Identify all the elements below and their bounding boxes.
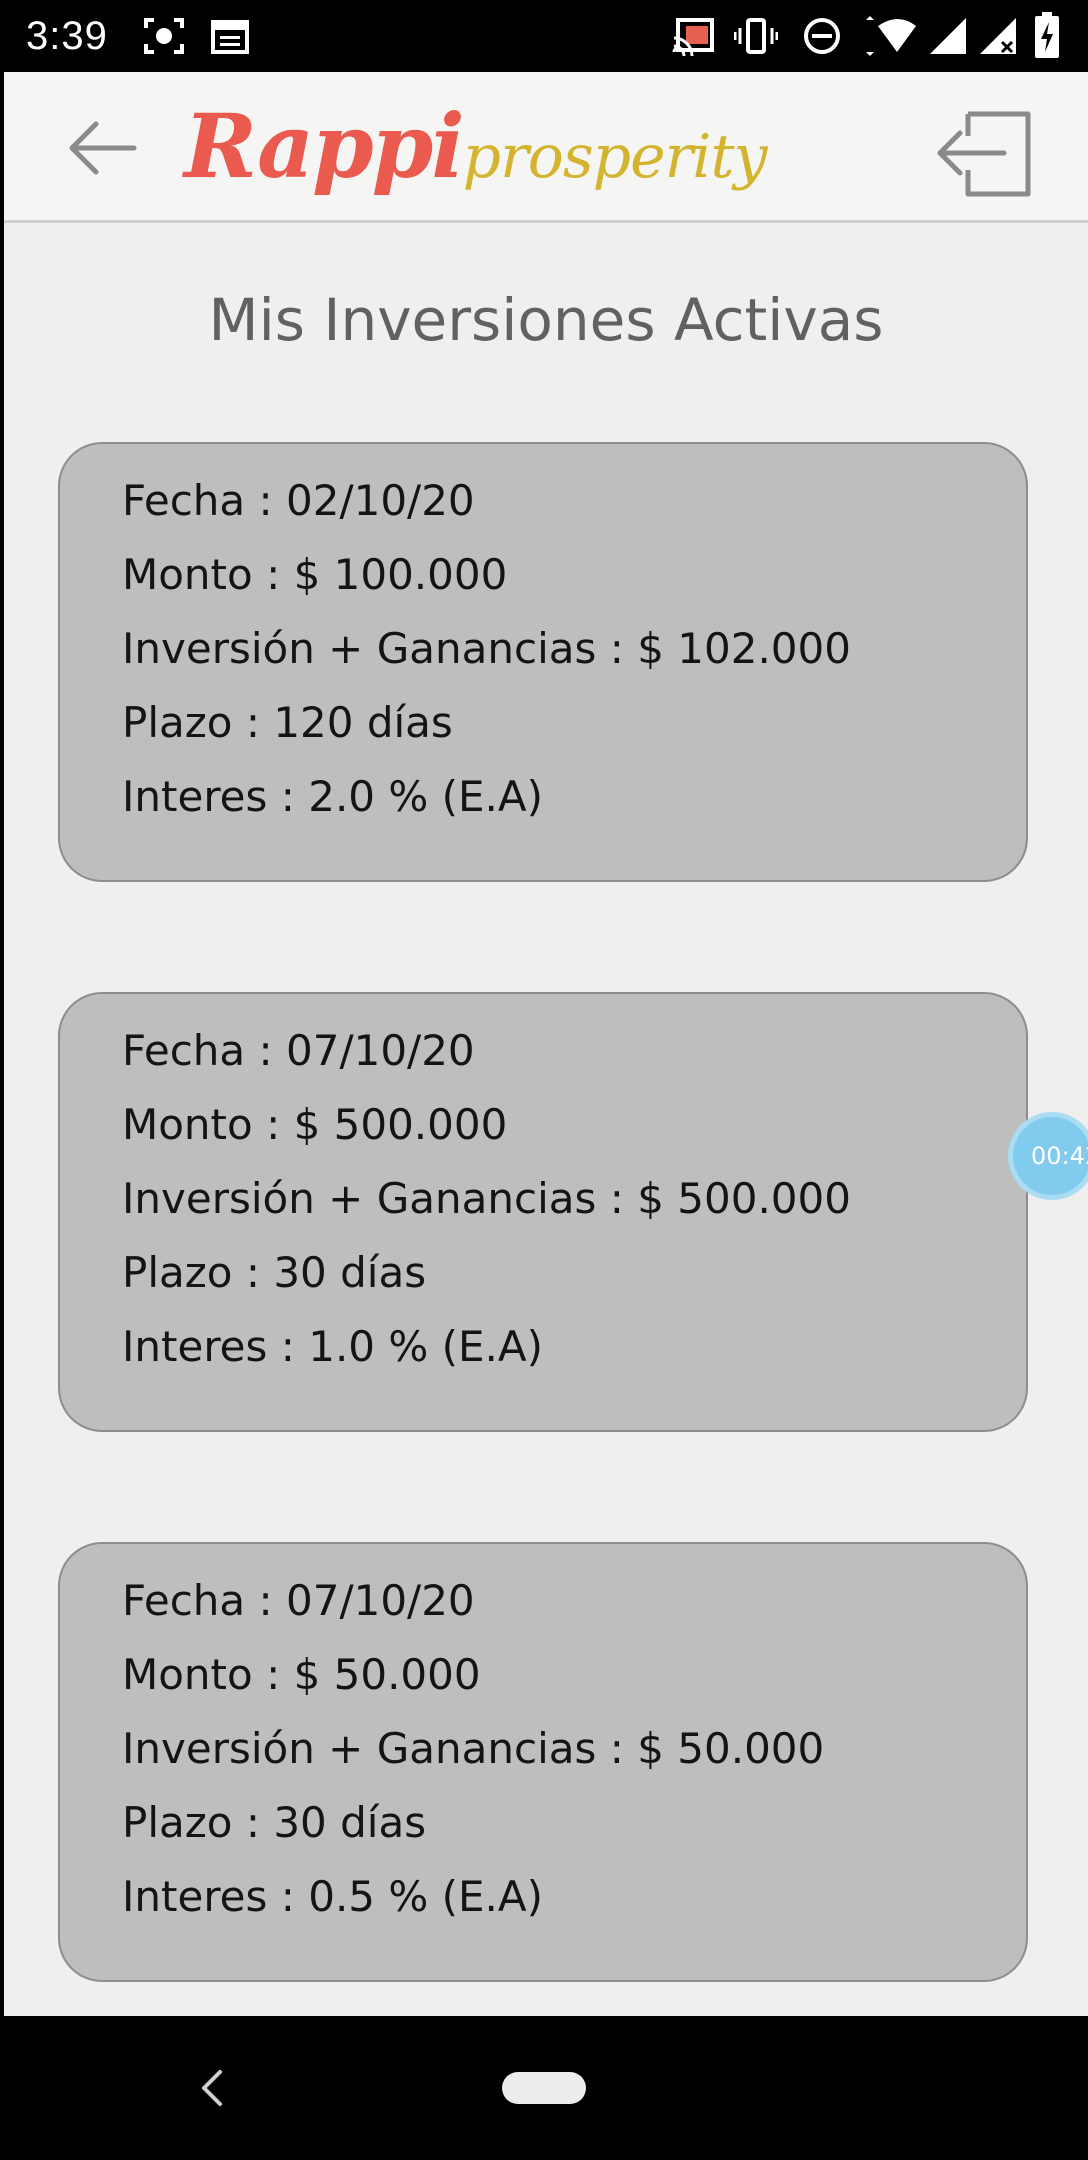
investment-term: Plazo : 30 días [122, 1248, 427, 1297]
investment-interest: Interes : 2.0 % (E.A) [122, 772, 544, 821]
do-not-disturb-icon [804, 18, 840, 54]
investment-interest: Interes : 1.0 % (E.A) [122, 1322, 544, 1371]
investment-date: Fecha : 07/10/20 [122, 1026, 475, 1075]
investment-card[interactable]: Fecha : 07/10/20 Monto : $ 500.000 Inver… [58, 992, 1028, 1432]
investment-card[interactable]: Fecha : 07/10/20 Monto : $ 50.000 Invers… [58, 1542, 1028, 1982]
cast-icon [672, 18, 714, 56]
wifi-icon [866, 16, 916, 56]
investment-term: Plazo : 30 días [122, 1798, 427, 1847]
signal-no-data-icon [980, 18, 1016, 54]
investment-term: Plazo : 120 días [122, 698, 453, 747]
investment-amount: Monto : $ 50.000 [122, 1650, 481, 1699]
nav-back-icon[interactable] [196, 2068, 228, 2108]
nav-home-pill[interactable] [502, 2072, 586, 2104]
status-bar: 3:39 [0, 0, 1088, 72]
calendar-icon [211, 20, 249, 54]
status-time: 3:39 [26, 14, 108, 58]
arrow-left-icon[interactable] [62, 116, 142, 180]
page-title: Mis Inversiones Activas [208, 286, 884, 354]
recording-timer-bubble[interactable]: 00:42 [1008, 1112, 1088, 1200]
vibrate-icon [734, 18, 778, 54]
app-screen: Rappiprosperity Mis Inversiones Activas … [4, 72, 1088, 2016]
app-bar: Rappiprosperity [4, 72, 1088, 223]
investment-date: Fecha : 07/10/20 [122, 1576, 475, 1625]
investment-total: Inversión + Ganancias : $ 102.000 [122, 624, 851, 673]
investment-total: Inversión + Ganancias : $ 500.000 [122, 1174, 851, 1223]
investment-amount: Monto : $ 100.000 [122, 550, 508, 599]
investment-card[interactable]: Fecha : 02/10/20 Monto : $ 100.000 Inver… [58, 442, 1028, 882]
rappi-prosperity-logo: Rappiprosperity [184, 90, 768, 202]
screenshot-icon [144, 18, 184, 54]
logo-prosperity-text: prosperity [462, 122, 768, 192]
investment-total: Inversión + Ganancias : $ 50.000 [122, 1724, 825, 1773]
battery-charging-icon [1035, 12, 1059, 58]
investment-interest: Interes : 0.5 % (E.A) [122, 1872, 544, 1921]
signal-icon [930, 18, 966, 54]
investment-date: Fecha : 02/10/20 [122, 476, 475, 525]
logo-rappi-text: Rappi [184, 94, 465, 198]
investment-amount: Monto : $ 500.000 [122, 1100, 508, 1149]
logout-icon[interactable] [934, 106, 1034, 202]
